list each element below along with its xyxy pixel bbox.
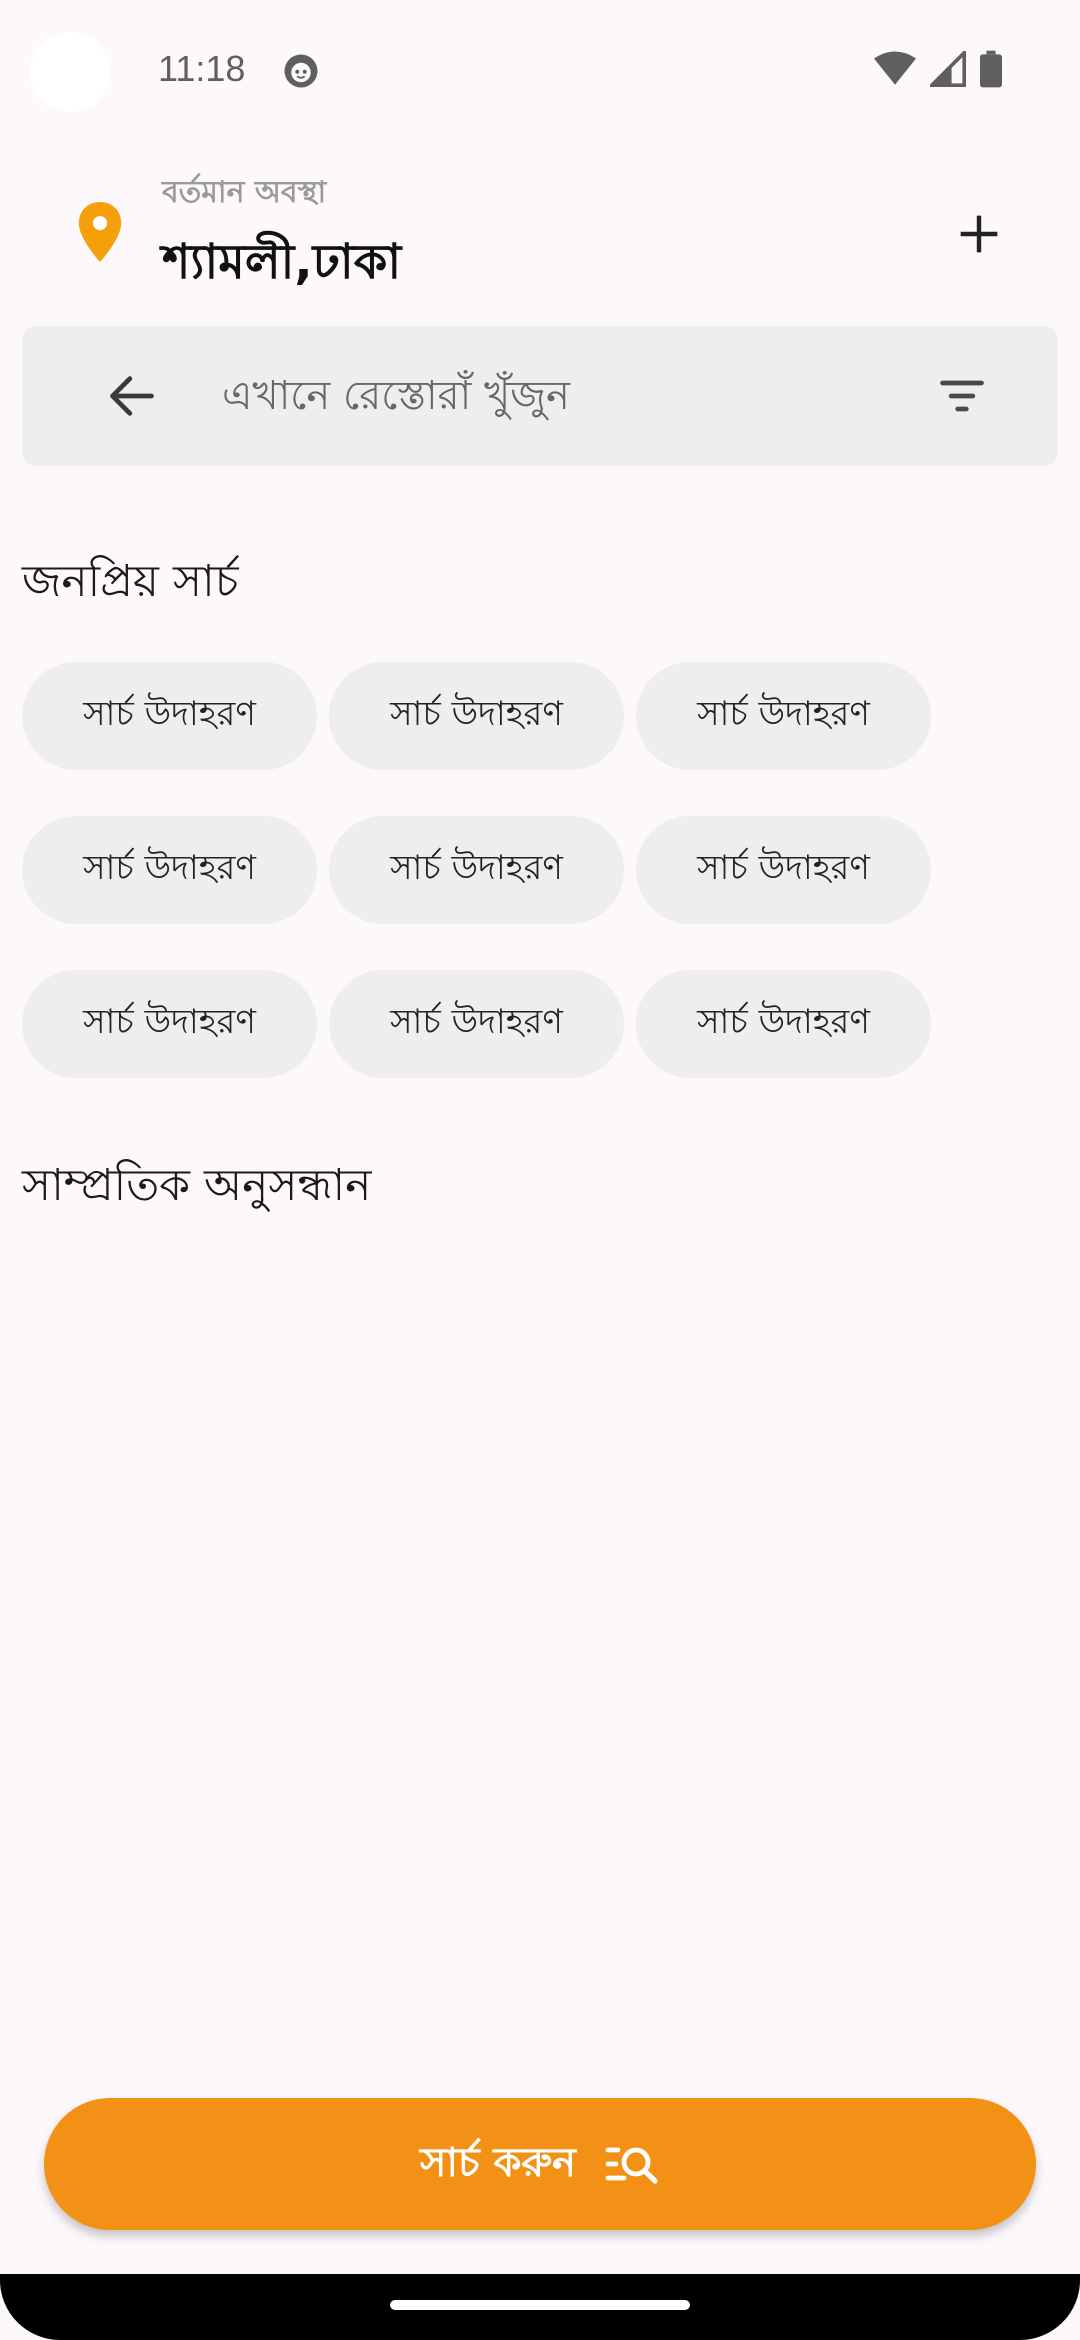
back-button[interactable] xyxy=(98,362,166,430)
search-input[interactable] xyxy=(202,326,902,466)
search-submit-button[interactable]: সার্চ করুন xyxy=(44,2098,1036,2230)
plus-icon xyxy=(960,215,998,253)
popular-search-chip[interactable]: সার্চ উদাহরণ xyxy=(636,816,931,924)
location-value[interactable]: শ্যামলী,ঢাকা xyxy=(162,226,401,305)
filter-icon xyxy=(940,380,984,412)
signal-icon xyxy=(930,51,966,87)
wifi-icon xyxy=(874,51,916,85)
notification-face-icon xyxy=(284,54,318,88)
popular-search-chip[interactable]: সার্চ উদাহরণ xyxy=(329,662,624,770)
search-submit-label: সার্চ করুন xyxy=(419,2139,577,2186)
location-header: বর্তমান অবস্থা শ্যামলী,ঢাকা xyxy=(0,160,1080,290)
add-location-button[interactable] xyxy=(945,200,1013,268)
system-icons xyxy=(874,50,1002,88)
recent-searches-title: সাম্প্রতিক অনুসন্ধান xyxy=(22,1160,372,1211)
popular-search-chips: সার্চ উদাহরণ সার্চ উদাহরণ সার্চ উদাহরণ স… xyxy=(22,662,942,1078)
location-pin-icon xyxy=(78,202,122,262)
list-search-icon xyxy=(605,2147,658,2184)
camera-cutout xyxy=(30,32,110,112)
popular-search-chip[interactable]: সার্চ উদাহরণ xyxy=(329,816,624,924)
location-label: বর্তমান অবস্থা xyxy=(162,175,327,210)
popular-search-chip[interactable]: সার্চ উদাহরণ xyxy=(22,662,317,770)
popular-searches-title: জনপ্রিয় সার্চ xyxy=(22,556,239,607)
popular-search-chip[interactable]: সার্চ উদাহরণ xyxy=(636,970,931,1078)
popular-search-chip[interactable]: সার্চ উদাহরণ xyxy=(22,816,317,924)
status-bar: 11:18 xyxy=(0,0,1080,140)
back-arrow-icon xyxy=(110,376,154,416)
popular-search-chip[interactable]: সার্চ উদাহরণ xyxy=(22,970,317,1078)
battery-icon xyxy=(980,50,1002,88)
search-bar xyxy=(22,326,1058,466)
popular-search-chip[interactable]: সার্চ উদাহরণ xyxy=(329,970,624,1078)
filter-button[interactable] xyxy=(928,362,996,430)
status-time: 11:18 xyxy=(158,48,246,89)
popular-search-chip[interactable]: সার্চ উদাহরণ xyxy=(636,662,931,770)
navigation-bar xyxy=(0,2274,1080,2340)
home-gesture-handle[interactable] xyxy=(390,2300,690,2310)
